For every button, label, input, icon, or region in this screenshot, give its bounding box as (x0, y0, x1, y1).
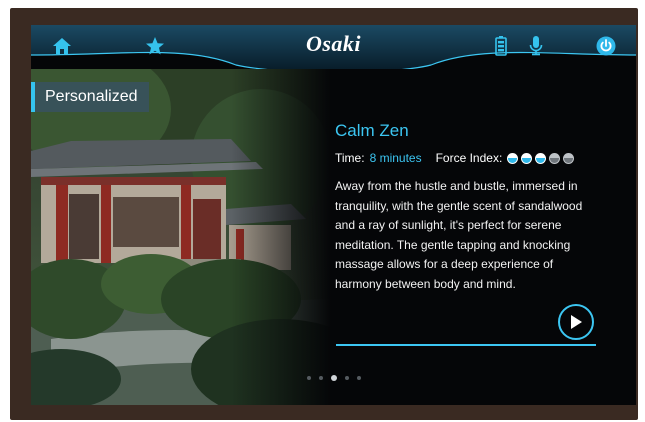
force-dot (563, 152, 575, 164)
play-button[interactable] (558, 304, 594, 340)
page-dot[interactable] (357, 376, 361, 380)
program-divider (336, 344, 596, 346)
header-bar: Osaki (31, 25, 636, 69)
page-dot[interactable] (307, 376, 311, 380)
time-value: 8 minutes (369, 151, 422, 165)
program-title: Calm Zen (335, 121, 409, 140)
program-meta: Time: 8 minutes Force Index: (335, 151, 615, 165)
program-image (31, 69, 331, 405)
force-dot (549, 152, 561, 164)
page-dot[interactable] (345, 376, 349, 380)
page-dot[interactable] (331, 375, 337, 381)
force-dot (521, 152, 533, 164)
screen: Osaki Personalized Calm Zen Time: 8 minu… (31, 25, 636, 405)
page-dot[interactable] (319, 376, 323, 380)
play-icon (571, 315, 582, 329)
force-dot (507, 152, 519, 164)
force-dot (535, 152, 547, 164)
force-index-label: Force Index: (435, 151, 503, 165)
personalized-badge: Personalized (31, 82, 149, 112)
program-description: Away from the hustle and bustle, immerse… (335, 179, 583, 291)
image-fade (231, 69, 331, 405)
battery-icon (490, 35, 512, 57)
microphone-icon[interactable] (525, 35, 547, 57)
page-indicator (307, 375, 369, 381)
program-info: Calm Zen Time: 8 minutes Force Index: Aw… (335, 121, 615, 294)
power-icon[interactable] (595, 35, 617, 57)
force-index-rating (504, 152, 575, 164)
time-label: Time: (335, 151, 365, 165)
